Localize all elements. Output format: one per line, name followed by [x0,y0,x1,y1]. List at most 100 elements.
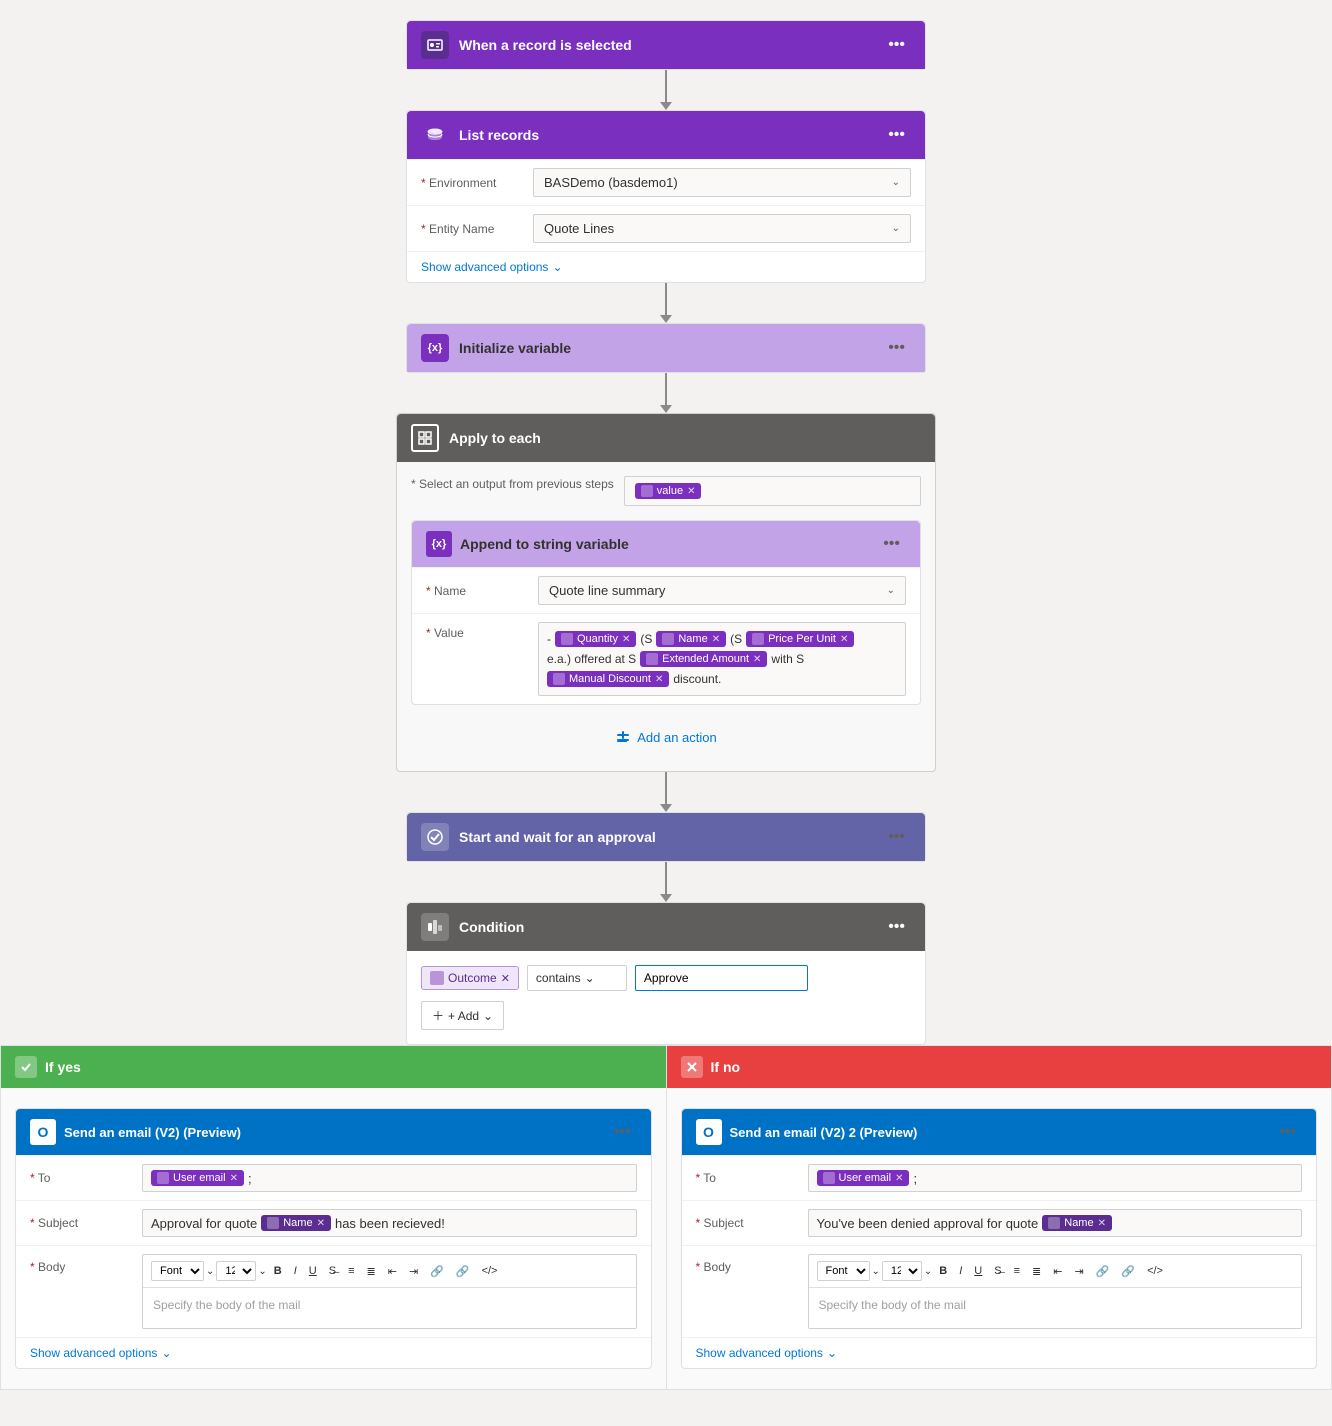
strikethrough-btn-no[interactable]: S̶ [989,1263,1006,1279]
indent1-btn-yes[interactable]: ⇤ [383,1263,402,1280]
name-no-token-close[interactable]: ✕ [1098,1218,1106,1229]
body-no-placeholder[interactable]: Specify the body of the mail [809,1288,1302,1328]
entity-label: Entity Name [421,222,521,236]
user-email-yes-token-close[interactable]: ✕ [230,1173,238,1184]
send-email-yes-menu-btn[interactable]: ••• [608,1121,637,1143]
price-per-unit-token-close[interactable]: ✕ [840,634,848,645]
if-no-label: If no [711,1059,741,1075]
subject-no-field[interactable]: You've been denied approval for quote Na… [808,1209,1303,1237]
condition-icon [421,913,449,941]
arrow-3 [660,373,672,413]
list-records-show-advanced[interactable]: Show advanced options ⌄ [407,251,925,282]
unlink-btn-yes[interactable]: 🔗 [451,1263,475,1280]
apply-each-header: Apply to each ••• [397,414,935,462]
subject-no-label: Subject [696,1216,796,1230]
send-email-no-menu-btn[interactable]: ••• [1273,1121,1302,1143]
outcome-token-icon [430,971,444,985]
html-btn-yes[interactable]: </> [477,1263,503,1279]
add-btn[interactable]: ＋ + Add ⌄ [421,1001,504,1030]
apply-each-title: Apply to each [449,430,541,446]
body-yes-placeholder[interactable]: Specify the body of the mail [143,1288,636,1328]
entity-value[interactable]: Quote Lines ⌄ [533,214,911,243]
apply-each-menu-btn[interactable]: ••• [892,427,921,449]
underline-btn-no[interactable]: U [969,1263,987,1279]
environment-value[interactable]: BASDemo (basdemo1) ⌄ [533,168,911,197]
user-email-no-token-close[interactable]: ✕ [895,1173,903,1184]
value-label: Value [426,622,526,640]
condition-title: Condition [459,919,524,935]
link-btn-no[interactable]: 🔗 [1091,1263,1115,1280]
trigger-menu-btn[interactable]: ••• [882,34,911,56]
condition-value-input[interactable] [635,965,808,991]
bullets-btn-yes[interactable]: ≡ [343,1263,359,1279]
list-records-menu-btn[interactable]: ••• [882,124,911,146]
bold-btn-yes[interactable]: B [269,1263,287,1279]
outcome-token-close[interactable]: ✕ [501,972,510,985]
yes-show-advanced[interactable]: Show advanced options ⌄ [16,1337,651,1368]
arrow-5 [660,862,672,902]
subject-yes-field[interactable]: Approval for quote Name ✕ has been recie… [142,1209,637,1237]
user-email-yes-token: User email ✕ [151,1170,244,1186]
init-var-title: Initialize variable [459,340,571,356]
size-select-yes[interactable]: 12 [216,1261,256,1281]
body-no-editor[interactable]: Font ⌄ 12 ⌄ B I U S̶ [808,1254,1303,1329]
to-no-row: To User email ✕ ; [682,1155,1317,1200]
add-condition-btn[interactable]: ＋ + Add ⌄ [421,1001,911,1030]
to-no-field[interactable]: User email ✕ ; [808,1164,1303,1192]
name-token-close[interactable]: ✕ [712,634,720,645]
unlink-btn-no[interactable]: 🔗 [1116,1263,1140,1280]
split-container: If yes O Send an email (V2) (Preview) ••… [0,1045,1332,1390]
value-token-close[interactable]: ✕ [687,486,695,497]
condition-menu-btn[interactable]: ••• [882,916,911,938]
body-no-row: Body Font ⌄ 12 ⌄ B [682,1245,1317,1337]
body-yes-editor[interactable]: Font ⌄ 12 ⌄ B I U S̶ [142,1254,637,1329]
select-output-field[interactable]: value ✕ [624,476,921,506]
trigger-header: When a record is selected ••• [407,21,925,69]
list-records-header: List records ••• [407,111,925,159]
strikethrough-btn-yes[interactable]: S̶ [324,1263,341,1279]
link-btn-yes[interactable]: 🔗 [425,1263,449,1280]
name-yes-token-close[interactable]: ✕ [317,1218,325,1229]
database-icon [421,121,449,149]
trigger-card: When a record is selected ••• [406,20,926,70]
approval-menu-btn[interactable]: ••• [882,826,911,848]
no-show-advanced[interactable]: Show advanced options ⌄ [682,1337,1317,1368]
italic-btn-yes[interactable]: I [289,1263,302,1279]
extended-amount-token-close[interactable]: ✕ [753,654,761,665]
quantity-token: Quantity ✕ [555,631,636,647]
italic-btn-no[interactable]: I [954,1263,967,1279]
to-no-label: To [696,1171,796,1185]
indent1-btn-no[interactable]: ⇤ [1048,1263,1067,1280]
toolbar-arrow-no: ⌄ [872,1266,880,1277]
html-btn-no[interactable]: </> [1142,1263,1168,1279]
token-icon [641,485,653,497]
condition-card: Condition ••• Outcome ✕ contains ⌄ [406,902,926,1045]
append-string-menu-btn[interactable]: ••• [877,533,906,555]
to-yes-field[interactable]: User email ✕ ; [142,1164,637,1192]
append-string-header: {x} Append to string variable ••• [412,521,920,567]
send-email-no-header: O Send an email (V2) 2 (Preview) ••• [682,1109,1317,1155]
condition-row: Outcome ✕ contains ⌄ [421,965,911,991]
value-field[interactable]: - Quantity ✕ (S Name ✕ [538,622,906,696]
x-icon [681,1056,703,1078]
underline-btn-yes[interactable]: U [304,1263,322,1279]
manual-discount-token: Manual Discount ✕ [547,671,669,687]
font-select-yes[interactable]: Font [151,1261,204,1281]
indent2-btn-no[interactable]: ⇥ [1069,1263,1088,1280]
init-var-menu-btn[interactable]: ••• [882,337,911,359]
font-select-no[interactable]: Font [817,1261,870,1281]
size-select-no[interactable]: 12 [882,1261,922,1281]
name-token: Name ✕ [656,631,726,647]
bold-btn-no[interactable]: B [934,1263,952,1279]
add-action-btn[interactable]: Add an action [411,717,921,757]
numbered-btn-no[interactable]: ≣ [1027,1263,1046,1280]
numbered-btn-yes[interactable]: ≣ [362,1263,381,1280]
manual-discount-token-close[interactable]: ✕ [655,674,663,685]
name-dropdown[interactable]: Quote line summary ⌄ [538,576,906,605]
condition-operator-select[interactable]: contains ⌄ [527,965,627,991]
apply-each-card: Apply to each ••• * Select an output fro… [396,413,936,772]
quantity-token-close[interactable]: ✕ [622,634,630,645]
extended-amount-token: Extended Amount ✕ [640,651,767,667]
bullets-btn-no[interactable]: ≡ [1009,1263,1025,1279]
indent2-btn-yes[interactable]: ⇥ [404,1263,423,1280]
